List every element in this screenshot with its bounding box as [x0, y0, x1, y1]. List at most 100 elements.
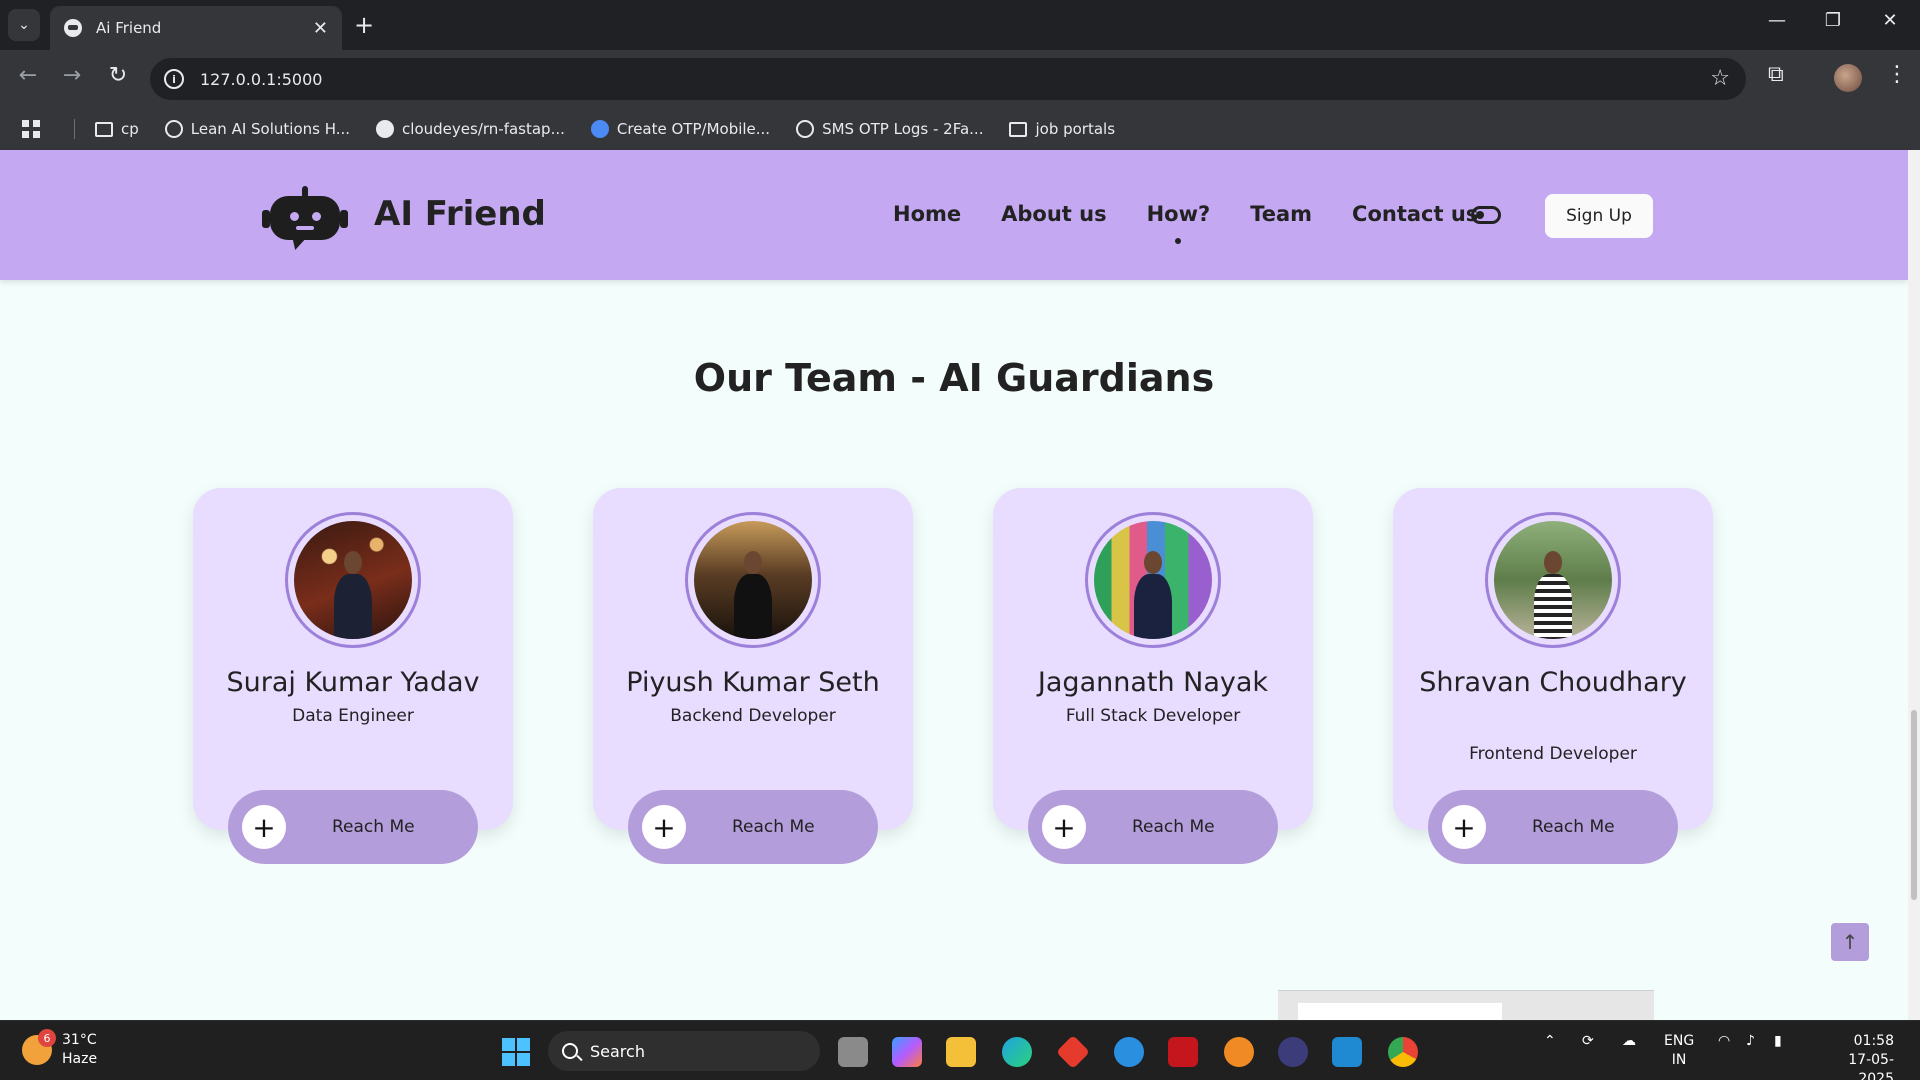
- nav-team[interactable]: Team: [1250, 202, 1312, 226]
- tab-search-icon[interactable]: ⌄: [8, 9, 40, 41]
- bookmark-item[interactable]: SMS OTP Logs - 2Fa...: [796, 120, 983, 138]
- more-menu-icon[interactable]: ⋮: [1886, 62, 1908, 87]
- bookmark-star-icon[interactable]: ☆: [1710, 66, 1730, 91]
- member-role: Data Engineer: [292, 706, 414, 726]
- reload-icon[interactable]: ↻: [102, 63, 134, 88]
- bookmark-item[interactable]: cloudeyes/rn-fastap...: [376, 120, 565, 138]
- reach-me-button[interactable]: + Reach Me: [228, 790, 478, 864]
- back-icon[interactable]: ←: [12, 63, 44, 88]
- bookmark-item[interactable]: Create OTP/Mobile...: [590, 120, 770, 138]
- folder-icon: [95, 121, 113, 137]
- git-icon[interactable]: [1056, 1035, 1090, 1069]
- app-icon: [590, 120, 609, 138]
- taskbar: 6 31°C Haze Search ⌃ ⟳ ☁ ENG IN ◠ ♪ ▮ 01…: [0, 1020, 1920, 1080]
- sync-icon[interactable]: ⟳: [1582, 1033, 1594, 1049]
- plus-icon: +: [242, 805, 286, 849]
- robot-favicon-icon: [64, 19, 82, 37]
- bookmark-label: job portals: [1035, 120, 1116, 138]
- avatar: [1085, 512, 1221, 648]
- reach-me-label: Reach Me: [332, 817, 415, 837]
- member-role: Backend Developer: [670, 706, 836, 726]
- browser-tab[interactable]: Ai Friend ✕: [50, 6, 342, 50]
- mcafee-icon[interactable]: [1168, 1037, 1198, 1067]
- weather-desc: Haze: [62, 1051, 98, 1067]
- bookmark-label: Lean AI Solutions H...: [190, 120, 351, 138]
- tab-title: Ai Friend: [96, 19, 162, 37]
- team-card: Jagannath Nayak Full Stack Developer + R…: [993, 488, 1313, 864]
- clock-date: 17-05-2025: [1848, 1052, 1894, 1080]
- close-tab-icon[interactable]: ✕: [313, 18, 328, 39]
- robot-logo-icon[interactable]: [262, 186, 348, 250]
- restore-icon[interactable]: ❐: [1813, 10, 1853, 31]
- eclipse-icon[interactable]: [1278, 1037, 1308, 1067]
- team-card: Piyush Kumar Seth Backend Developer + Re…: [593, 488, 913, 864]
- globe-icon: [796, 120, 815, 138]
- system-clock[interactable]: 01:58 17-05-2025: [1818, 1032, 1894, 1080]
- extensions-icon[interactable]: ⧉: [1768, 62, 1784, 87]
- battery-icon[interactable]: ▮: [1774, 1033, 1782, 1049]
- nav-contact[interactable]: Contact us: [1352, 202, 1478, 226]
- site-info-icon[interactable]: i: [164, 69, 184, 89]
- signup-button[interactable]: Sign Up: [1545, 194, 1653, 238]
- bookmark-item[interactable]: Lean AI Solutions H...: [164, 120, 351, 138]
- minimize-icon[interactable]: —: [1757, 10, 1797, 31]
- new-tab-icon[interactable]: +: [354, 12, 374, 38]
- lang-region: IN: [1671, 1052, 1687, 1068]
- plus-icon: +: [1442, 805, 1486, 849]
- scroll-to-top-button[interactable]: ↑: [1831, 923, 1869, 961]
- reach-me-button[interactable]: + Reach Me: [1028, 790, 1278, 864]
- close-window-icon[interactable]: ✕: [1870, 10, 1910, 31]
- avatar: [285, 512, 421, 648]
- vscode-icon[interactable]: [1332, 1037, 1362, 1067]
- nav-how[interactable]: How?: [1147, 202, 1210, 244]
- show-hidden-icons[interactable]: ⌃: [1544, 1033, 1556, 1049]
- url-text: 127.0.0.1:5000: [200, 69, 323, 89]
- bookmark-label: cloudeyes/rn-fastap...: [402, 120, 565, 138]
- taskbar-search[interactable]: Search: [548, 1031, 820, 1071]
- reach-me-button[interactable]: + Reach Me: [1428, 790, 1678, 864]
- profile-avatar[interactable]: [1834, 64, 1862, 92]
- reach-me-button[interactable]: + Reach Me: [628, 790, 878, 864]
- team-section-title: Our Team - AI Guardians: [693, 356, 1215, 400]
- forward-icon[interactable]: →: [56, 63, 88, 88]
- help-icon[interactable]: [1114, 1037, 1144, 1067]
- nav-home[interactable]: Home: [893, 202, 961, 226]
- map-preview[interactable]: [1278, 990, 1654, 1021]
- lang-code: ENG: [1664, 1033, 1695, 1049]
- notification-badge: 6: [38, 1029, 56, 1047]
- theme-toggle[interactable]: [1471, 206, 1501, 224]
- brand-name[interactable]: AI Friend: [374, 194, 546, 234]
- medal-icon[interactable]: [1224, 1037, 1254, 1067]
- language-indicator[interactable]: ENG IN: [1664, 1032, 1694, 1070]
- page-scrollbar[interactable]: [1908, 150, 1920, 1020]
- chrome-icon[interactable]: [1388, 1037, 1418, 1067]
- windows-start-icon[interactable]: [502, 1038, 530, 1066]
- avatar: [1485, 512, 1621, 648]
- bookmark-item[interactable]: job portals: [1009, 120, 1115, 138]
- file-explorer-icon[interactable]: [946, 1037, 976, 1067]
- cloud-off-icon[interactable]: ☁: [1622, 1033, 1636, 1049]
- search-icon: [562, 1043, 578, 1059]
- bookmark-item[interactable]: cp: [95, 120, 139, 138]
- wifi-icon[interactable]: ◠: [1718, 1033, 1730, 1049]
- member-role: Full Stack Developer: [1065, 706, 1241, 726]
- team-card: Shravan Choudhary Frontend Developer + R…: [1393, 488, 1713, 864]
- apps-button[interactable]: [22, 120, 48, 138]
- weather-widget[interactable]: 6 31°C Haze: [22, 1029, 98, 1069]
- volume-icon[interactable]: ♪: [1746, 1033, 1755, 1049]
- nav-about[interactable]: About us: [1001, 202, 1106, 226]
- task-view-icon[interactable]: [838, 1037, 868, 1067]
- globe-icon: [164, 120, 183, 138]
- bookmark-label: SMS OTP Logs - 2Fa...: [822, 120, 984, 138]
- copilot-icon[interactable]: [892, 1037, 922, 1067]
- plus-icon: +: [642, 805, 686, 849]
- plus-icon: +: [1042, 805, 1086, 849]
- reach-me-label: Reach Me: [1132, 817, 1215, 837]
- search-label: Search: [590, 1041, 645, 1061]
- edge-icon[interactable]: [1002, 1037, 1032, 1067]
- address-bar[interactable]: i 127.0.0.1:5000 ☆: [150, 58, 1746, 100]
- browser-tabstrip: ⌄ Ai Friend ✕ + — ❐ ✕: [0, 0, 1920, 50]
- member-name: Jagannath Nayak: [1037, 667, 1269, 698]
- member-role: Frontend Developer: [1469, 744, 1637, 764]
- scrollbar-thumb[interactable]: [1911, 710, 1917, 900]
